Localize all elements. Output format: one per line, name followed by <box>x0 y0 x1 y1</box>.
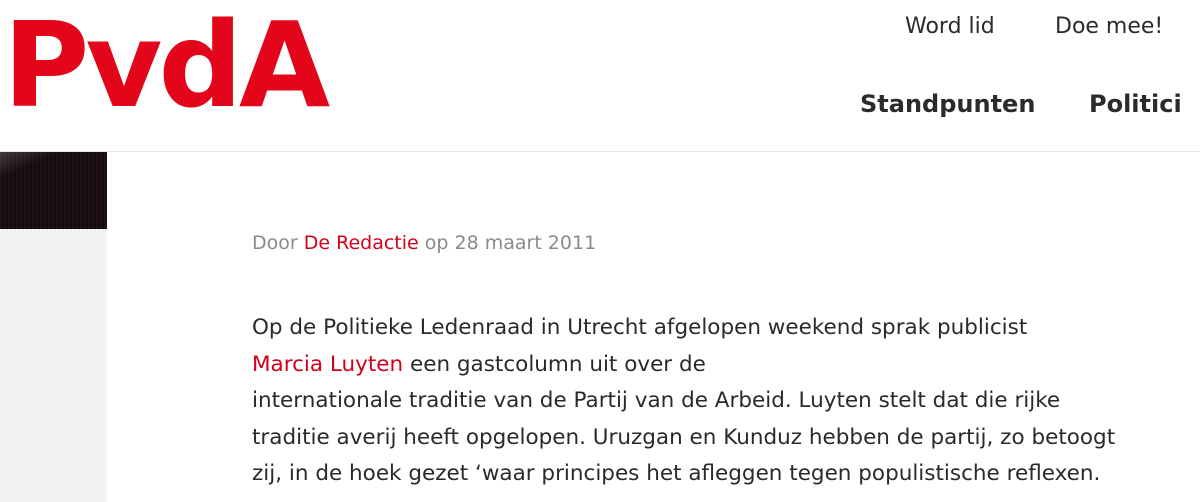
pvda-logo[interactable]: PvdA <box>3 6 330 124</box>
paragraph-line: zij, in de hoek gezet ‘waar principes he… <box>252 461 1101 486</box>
article-thumbnail-image <box>0 152 107 229</box>
paragraph-line: Marcia Luyten een gastcolumn uit over de <box>252 347 1197 384</box>
nav-word-lid-link[interactable]: Word lid <box>905 14 995 39</box>
article-byline: Door De Redactie op 28 maart 2011 <box>252 232 596 254</box>
paragraph-line: internationale traditie van de Partij va… <box>252 388 1061 413</box>
header-divider <box>0 151 1200 152</box>
nav-doe-mee-link[interactable]: Doe mee! <box>1055 14 1163 39</box>
byline-prefix: Door <box>252 232 298 254</box>
paragraph-line-text: een gastcolumn uit over de <box>409 351 706 377</box>
nav-politici-link[interactable]: Politici <box>1089 90 1182 118</box>
page: PvdA Word lid Doe mee! Standpunten Polit… <box>0 0 1200 502</box>
site-header: PvdA Word lid Doe mee! Standpunten Polit… <box>0 0 1200 152</box>
article-paragraph: Op de Politieke Ledenraad in Utrecht afg… <box>252 310 1197 493</box>
nav-standpunten-link[interactable]: Standpunten <box>860 90 1035 118</box>
marcia-luyten-link[interactable]: Marcia Luyten <box>252 352 403 377</box>
paragraph-line: Op de Politieke Ledenraad in Utrecht afg… <box>252 315 1028 340</box>
paragraph-line: traditie averij heeft opgelopen. Uruzgan… <box>252 424 1116 450</box>
byline-author-link[interactable]: De Redactie <box>304 232 419 254</box>
byline-date: op 28 maart 2011 <box>424 232 597 254</box>
